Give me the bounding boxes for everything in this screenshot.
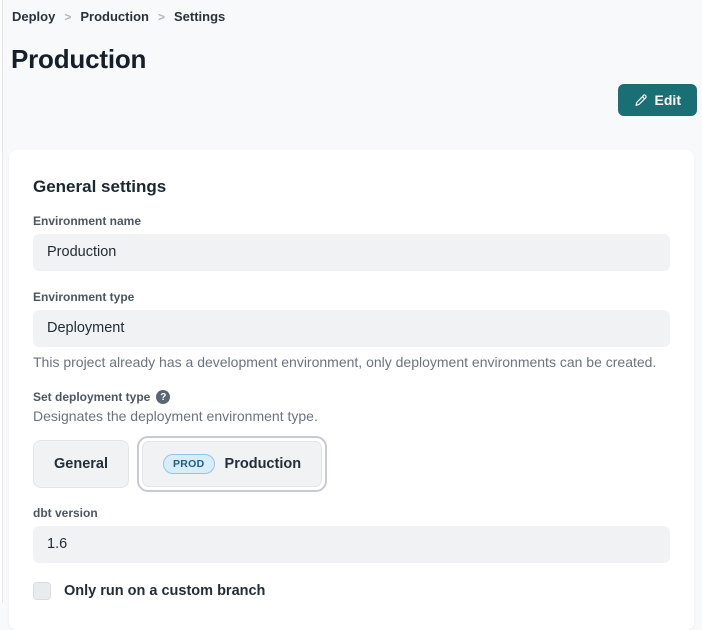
breadcrumb-deploy[interactable]: Deploy [12,9,55,24]
custom-branch-row[interactable]: Only run on a custom branch [33,582,670,600]
content-left-divider [0,0,3,603]
environment-name-label: Environment name [33,214,670,228]
environment-type-label: Environment type [33,290,670,304]
deployment-type-option-general[interactable]: General [33,440,129,488]
deployment-type-description: Designates the deployment environment ty… [33,408,670,424]
deployment-type-selected-ring: PROD Production [137,436,327,492]
prod-badge: PROD [163,454,215,474]
environment-type-input[interactable]: Deployment [33,310,670,347]
environment-type-helper-text: This project already has a development e… [33,354,670,370]
edit-button[interactable]: Edit [618,84,697,116]
custom-branch-label: Only run on a custom branch [64,583,265,599]
page-title: Production [11,44,146,75]
dbt-version-input[interactable]: 1.6 [33,526,670,563]
chevron-right-icon: > [158,10,165,24]
help-circle-icon[interactable]: ? [156,390,170,404]
deployment-type-label-text: Set deployment type [33,390,150,404]
card-title: General settings [33,177,670,197]
pencil-icon [634,94,647,107]
dbt-version-label: dbt version [33,506,670,520]
option-general-label: General [54,456,108,472]
deployment-type-label: Set deployment type ? [33,390,670,404]
environment-name-input[interactable]: Production [33,234,670,271]
breadcrumb: Deploy > Production > Settings [12,9,225,24]
deployment-type-option-production[interactable]: PROD Production [142,441,322,487]
breadcrumb-settings[interactable]: Settings [174,9,225,24]
edit-button-label: Edit [655,92,681,108]
deployment-type-options: General PROD Production [33,436,670,492]
custom-branch-checkbox[interactable] [33,582,51,600]
breadcrumb-production[interactable]: Production [80,9,149,24]
general-settings-card: General settings Environment name Produc… [9,150,694,630]
chevron-right-icon: > [64,10,71,24]
option-production-label: Production [225,456,302,472]
